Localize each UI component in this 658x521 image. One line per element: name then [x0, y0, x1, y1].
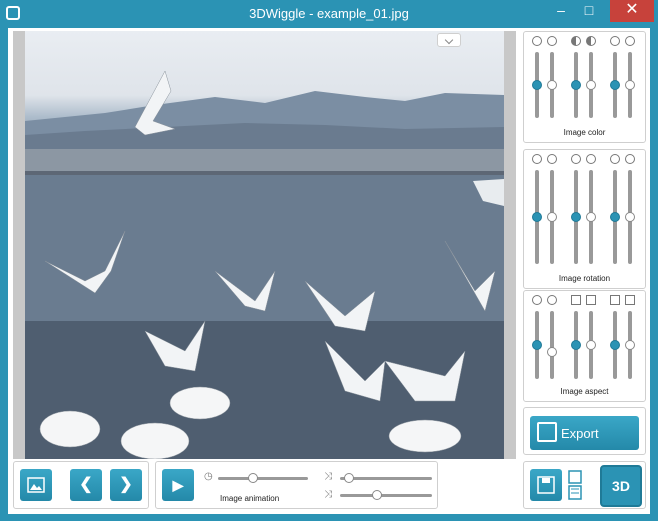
color-slider-4[interactable] [586, 52, 596, 118]
color-slider-3[interactable] [571, 52, 581, 118]
color-slider-2-knob[interactable] [547, 80, 557, 90]
rotation-slider-3-knob[interactable] [571, 212, 581, 222]
panel-icons [524, 36, 645, 48]
app-window: 3DWiggle - example_01.jpg – □ ✕ Image co… [0, 0, 658, 521]
open-image-button[interactable] [20, 469, 52, 501]
aspect-slider-4[interactable] [586, 311, 596, 379]
output-toolbar: 3D [523, 461, 646, 509]
title-bar[interactable]: 3DWiggle - example_01.jpg – □ ✕ [0, 0, 658, 28]
wiggle-slider-1-knob[interactable] [344, 473, 354, 483]
rotate-x-left-icon [532, 154, 542, 164]
photo [25, 31, 504, 459]
aspect-slider-4-knob[interactable] [586, 340, 596, 350]
rotation-slider-5[interactable] [610, 170, 620, 264]
image-rotation-label: Image rotation [558, 274, 611, 283]
next-image-button[interactable]: ❯ [110, 469, 142, 501]
zoom-out-icon [532, 295, 542, 305]
color-slider-1-knob[interactable] [532, 80, 542, 90]
contrast-down-icon [571, 36, 581, 46]
wiggle-slider-2[interactable] [340, 490, 432, 500]
panel-icons [524, 295, 645, 307]
minimize-button[interactable]: – [548, 0, 574, 22]
contrast-up-icon [586, 36, 596, 46]
rotation-slider-2-knob[interactable] [547, 212, 557, 222]
aspect-slider-3-knob[interactable] [571, 340, 581, 350]
export-label: Export [561, 426, 599, 441]
color-slider-5[interactable] [610, 52, 620, 118]
animation-speed-slider[interactable] [218, 473, 308, 483]
aspect-slider-5-knob[interactable] [610, 340, 620, 350]
play-button[interactable]: ▶ [162, 469, 194, 501]
export-button[interactable]: Export [530, 416, 639, 450]
shuffle-icon: ⤨ [324, 471, 332, 482]
previous-image-button[interactable]: ❮ [70, 469, 102, 501]
color-slider-6[interactable] [625, 52, 635, 118]
aspect-slider-3[interactable] [571, 311, 581, 379]
zoom-in-icon [547, 295, 557, 305]
image-rotation-panel: Image rotation [523, 149, 646, 289]
clock-icon: ◷ [204, 471, 213, 482]
aspect-slider-6-knob[interactable] [625, 340, 635, 350]
aspect-slider-1[interactable] [532, 311, 542, 379]
rotation-slider-6-knob[interactable] [625, 212, 635, 222]
aspect-slider-6[interactable] [625, 311, 635, 379]
color-slider-1[interactable] [532, 52, 542, 118]
wiggle-slider-1[interactable] [340, 473, 432, 483]
animation-speed-knob[interactable] [248, 473, 258, 483]
rotation-slider-1[interactable] [532, 170, 542, 264]
rotation-slider-4-knob[interactable] [586, 212, 596, 222]
color-slider-3-knob[interactable] [571, 80, 581, 90]
rotate-z-right-icon [625, 154, 635, 164]
color-slider-5-knob[interactable] [610, 80, 620, 90]
color-slider-2[interactable] [547, 52, 557, 118]
export-icon [537, 422, 557, 442]
image-aspect-label: Image aspect [560, 387, 609, 396]
image-color-panel: Image color [523, 31, 646, 143]
rotate-y-right-icon [586, 154, 596, 164]
image-aspect-panel: Image aspect [523, 290, 646, 402]
animation-toolbar: ▶ ◷ Image animation ⤨ ⤨ [155, 461, 438, 509]
collapse-button[interactable] [437, 33, 461, 47]
brightness-down-icon [532, 36, 542, 46]
rotate-z-left-icon [610, 154, 620, 164]
close-button[interactable]: ✕ [610, 0, 654, 22]
color-slider-4-knob[interactable] [586, 80, 596, 90]
aspect-slider-2[interactable] [547, 311, 557, 379]
brightness-up-icon [547, 36, 557, 46]
color-slider-6-knob[interactable] [625, 80, 635, 90]
rotate-y-left-icon [571, 154, 581, 164]
perspective-right-icon [586, 295, 596, 305]
saturation-up-icon [625, 36, 635, 46]
skew-left-icon [610, 295, 620, 305]
rotation-slider-4[interactable] [586, 170, 596, 264]
skew-right-icon [625, 295, 635, 305]
rotation-slider-5-knob[interactable] [610, 212, 620, 222]
wiggle-slider-2-knob[interactable] [372, 490, 382, 500]
rotation-slider-2[interactable] [547, 170, 557, 264]
perspective-left-icon [571, 295, 581, 305]
photo-scene [25, 70, 504, 459]
export-panel: Export [523, 407, 646, 455]
saturation-down-icon [610, 36, 620, 46]
rotation-slider-1-knob[interactable] [532, 212, 542, 222]
aspect-slider-2-knob[interactable] [547, 347, 557, 357]
shuffle-icon: ⤨ [324, 489, 332, 500]
aspect-slider-1-knob[interactable] [532, 340, 542, 350]
save-icon [537, 476, 555, 494]
rotate-x-right-icon [547, 154, 557, 164]
aspect-slider-5[interactable] [610, 311, 620, 379]
panel-icons [524, 154, 645, 166]
save-button[interactable] [530, 469, 562, 501]
rotation-slider-6[interactable] [625, 170, 635, 264]
image-open-icon [27, 477, 45, 493]
image-viewport[interactable] [13, 31, 516, 459]
navigation-toolbar: ❮ ❯ [13, 461, 149, 509]
image-animation-label: Image animation [220, 494, 280, 503]
rotation-slider-3[interactable] [571, 170, 581, 264]
maximize-button[interactable]: □ [576, 0, 602, 22]
main-area: Image color Image rotation Image aspect … [8, 28, 650, 514]
film-icon[interactable] [568, 469, 582, 501]
app-logo: 3D [600, 465, 642, 507]
image-color-label: Image color [563, 128, 606, 137]
